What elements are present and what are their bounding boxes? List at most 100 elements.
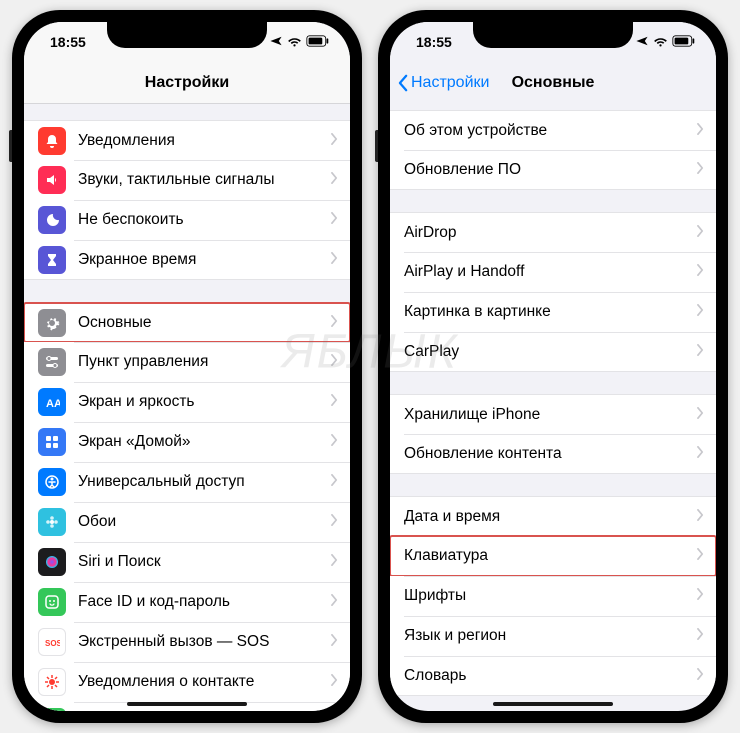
chevron-right-icon (331, 553, 338, 571)
back-label: Настройки (411, 74, 489, 92)
chevron-right-icon (331, 673, 338, 691)
battery-icon (306, 34, 330, 50)
list-row[interactable]: AA Экран и яркость (24, 382, 350, 422)
sos-icon: SOS (38, 628, 66, 656)
grid-icon (38, 428, 66, 456)
chevron-right-icon (697, 445, 704, 463)
chevron-right-icon (331, 132, 338, 150)
list-row[interactable]: Siri и Поиск (24, 542, 350, 582)
wifi-icon (287, 33, 302, 51)
chevron-right-icon (697, 667, 704, 685)
row-label: Хранилище iPhone (404, 406, 697, 424)
list-row[interactable]: SOS Экстренный вызов — SOS (24, 622, 350, 662)
list-row[interactable]: Универсальный доступ (24, 462, 350, 502)
battery-icon (672, 34, 696, 50)
chevron-right-icon (331, 171, 338, 189)
list-row[interactable]: AirDrop (390, 212, 716, 252)
back-button[interactable]: Настройки (398, 74, 489, 92)
list-row[interactable]: Картинка в картинке (390, 292, 716, 332)
wifi-icon (653, 33, 668, 51)
list-row[interactable]: Дата и время (390, 496, 716, 536)
row-label: Обои (78, 513, 331, 531)
row-label: Дата и время (404, 508, 697, 526)
list-row[interactable]: Уведомления (24, 120, 350, 160)
settings-group: Уведомления Звуки, тактильные сигналы Не б… (24, 120, 350, 280)
chevron-right-icon (697, 122, 704, 140)
notch (473, 22, 633, 48)
row-label: Экстренный вызов — SOS (78, 633, 331, 651)
chevron-right-icon (331, 251, 338, 269)
chevron-right-icon (331, 393, 338, 411)
navbar: Настройки (24, 62, 350, 104)
hourglass-icon (38, 246, 66, 274)
chevron-right-icon (331, 314, 338, 332)
list-row[interactable]: Face ID и код-пароль (24, 582, 350, 622)
row-label: Face ID и код-пароль (78, 593, 331, 611)
row-label: Уведомления (78, 132, 331, 150)
row-label: Обновление ПО (404, 161, 697, 179)
status-time: 18:55 (416, 34, 452, 50)
list-row[interactable]: Не беспокоить (24, 200, 350, 240)
list-row[interactable]: Звуки, тактильные сигналы (24, 160, 350, 200)
list-row[interactable]: Обновление контента (390, 434, 716, 474)
list-row[interactable]: Об этом устройстве (390, 110, 716, 150)
moon-icon (38, 206, 66, 234)
list-row[interactable]: Хранилище iPhone (390, 394, 716, 434)
row-label: Звуки, тактильные сигналы (78, 171, 331, 189)
row-label: Экран и яркость (78, 393, 331, 411)
row-label: Пункт управления (78, 353, 331, 371)
chevron-right-icon (331, 211, 338, 229)
row-label: AirPlay и Handoff (404, 263, 697, 281)
row-label: CarPlay (404, 343, 697, 361)
row-label: Не беспокоить (78, 211, 331, 229)
airplane-icon (269, 34, 283, 51)
textsize-icon: AA (38, 388, 66, 416)
chevron-right-icon (331, 513, 338, 531)
list-row[interactable]: CarPlay (390, 332, 716, 372)
general-list: Об этом устройствеОбновление ПОAirDropAi… (390, 104, 716, 711)
list-row[interactable]: Словарь (390, 656, 716, 696)
bell-icon (38, 127, 66, 155)
battery-icon (38, 708, 66, 711)
list-row[interactable]: Обновление ПО (390, 150, 716, 190)
virus-icon (38, 668, 66, 696)
list-row[interactable]: Экранное время (24, 240, 350, 280)
page-title: Настройки (145, 74, 229, 92)
chevron-right-icon (331, 433, 338, 451)
chevron-right-icon (697, 224, 704, 242)
list-row[interactable]: Уведомления о контакте (24, 662, 350, 702)
row-label: Основные (78, 314, 331, 332)
siri-icon (38, 548, 66, 576)
settings-group: AirDrop AirPlay и Handoff Картинка в карти… (390, 212, 716, 372)
list-row[interactable]: Экран «Домой» (24, 422, 350, 462)
list-row[interactable]: Шрифты (390, 576, 716, 616)
row-label: Siri и Поиск (78, 553, 331, 571)
chevron-right-icon (697, 587, 704, 605)
notch (107, 22, 267, 48)
switches-icon (38, 348, 66, 376)
chevron-right-icon (331, 633, 338, 651)
row-label: Клавиатура (404, 547, 697, 565)
chevron-right-icon (697, 303, 704, 321)
settings-group: Дата и время Клавиатура ШрифтыЯзык и регио… (390, 496, 716, 696)
row-label: Уведомления о контакте (78, 673, 331, 691)
list-row[interactable]: Клавиатура (390, 536, 716, 576)
list-row[interactable]: Язык и регион (390, 616, 716, 656)
row-label: Об этом устройстве (404, 122, 697, 140)
phone-settings: 18:55 Настройки Уведомления Звуки, тактил… (12, 10, 362, 723)
phone-general: 18:55 Настройки (378, 10, 728, 723)
row-label: Экран «Домой» (78, 433, 331, 451)
settings-group: Основные Пункт управления AA Экран и яркост… (24, 302, 350, 711)
list-row[interactable]: Обои (24, 502, 350, 542)
navbar: Настройки Основные (390, 62, 716, 104)
list-row[interactable]: Пункт управления (24, 342, 350, 382)
page-title: Основные (512, 74, 595, 92)
status-time: 18:55 (50, 34, 86, 50)
list-row[interactable]: Основные (24, 302, 350, 342)
chevron-right-icon (331, 593, 338, 611)
svg-text:AA: AA (46, 398, 60, 410)
list-row[interactable]: AirPlay и Handoff (390, 252, 716, 292)
chevron-right-icon (697, 508, 704, 526)
row-label: Экранное время (78, 251, 331, 269)
faceid-icon (38, 588, 66, 616)
